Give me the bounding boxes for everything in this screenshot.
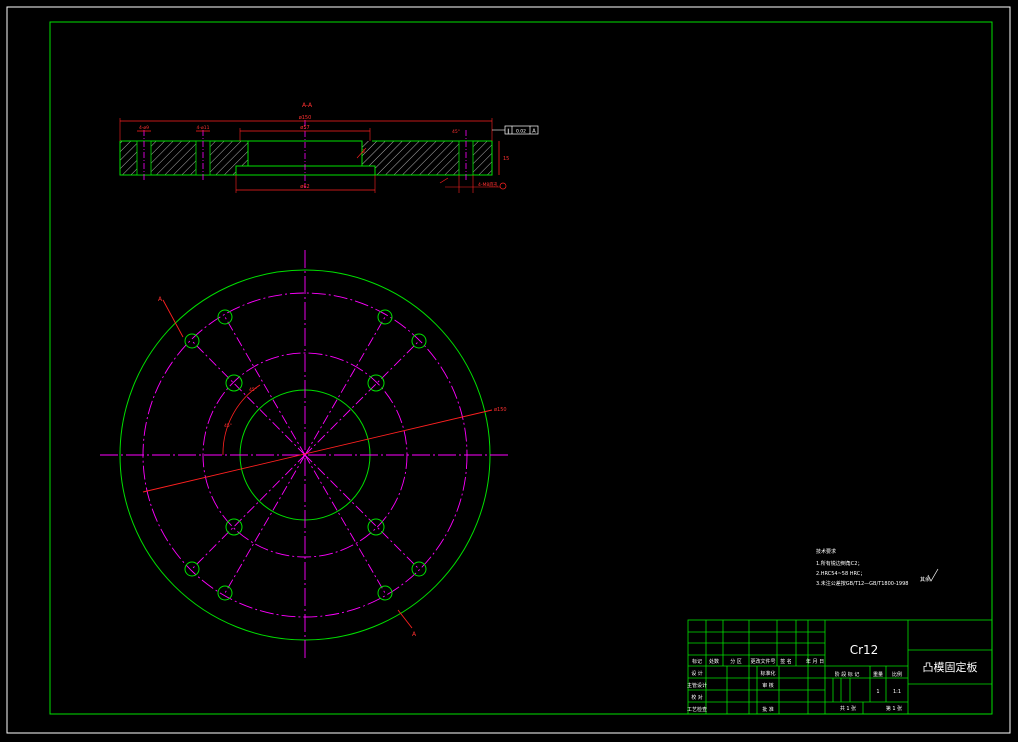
dim-bottom-right-label: 4-M8底孔 xyxy=(478,181,499,188)
centerline-diagonal xyxy=(304,454,386,594)
section-cut-line xyxy=(142,409,493,493)
centerline-diagonal xyxy=(304,316,386,456)
hole xyxy=(367,374,385,392)
row-chief-design: 主管设计 xyxy=(687,682,707,689)
tolerance-value: 0.02 xyxy=(516,129,526,135)
notes-line-2: 2.HRC54~58 HRC； xyxy=(816,571,865,577)
dim-angle-label: 45° xyxy=(452,129,460,135)
centerline-diagonal xyxy=(304,454,420,570)
stage-label: 阶 段 标 记 xyxy=(835,671,860,678)
row-design: 设 计 xyxy=(691,670,703,677)
tolerance-symbol: ∥ xyxy=(507,129,510,135)
row-standardize: 标准化 xyxy=(760,670,775,677)
sheets-total: 共 1 张 xyxy=(840,705,856,712)
header-sign: 签 名 xyxy=(780,658,792,665)
section-mark-bottom: A xyxy=(412,631,417,638)
notes-line-1: 1.所有锐边倒角C2； xyxy=(816,560,862,567)
angle-label-2: 45° xyxy=(249,387,257,393)
header-mark: 标记 xyxy=(692,658,702,665)
tolerance-frame: ∥ 0.02 A xyxy=(492,125,539,135)
dim-bore-top-label: ø57 xyxy=(300,125,309,131)
dim-left-b-label: 4-ø11 xyxy=(197,125,210,131)
plan-leader-label: ø150 xyxy=(494,407,507,413)
angle-label-1: 45° xyxy=(224,423,232,429)
sheet-number: 第 1 张 xyxy=(886,705,902,712)
angle-arc xyxy=(222,384,261,456)
hole xyxy=(367,518,385,536)
dim-thickness-label: 15 xyxy=(503,156,509,162)
material-label: Cr12 xyxy=(850,643,879,657)
dim-overall-label: ø150 xyxy=(299,115,312,121)
row-approve: 批 准 xyxy=(762,706,774,713)
header-date: 年 月 日 xyxy=(806,658,824,665)
hole xyxy=(225,374,243,392)
outer-frame xyxy=(6,6,1011,734)
roughness-label: 其余 xyxy=(920,576,930,583)
tolerance-datum: A xyxy=(532,129,536,135)
part-name: 凸模固定板 xyxy=(923,660,978,674)
notes-line-3: 3.未注公差按GB/T12—GB/T1800-1998 xyxy=(816,580,908,587)
hole xyxy=(225,518,243,536)
section-title: A-A xyxy=(302,102,313,109)
header-count: 处数 xyxy=(709,658,719,665)
dim-bore-bottom-label: ø62 xyxy=(300,184,309,190)
weight-label: 重量 xyxy=(873,671,883,678)
header-change-doc: 更改文件号 xyxy=(750,658,775,665)
row-process-check: 工艺检查 xyxy=(687,706,707,713)
technical-notes: 技术要求 1.所有锐边倒角C2； 2.HRC54~58 HRC； 3.未注公差按… xyxy=(816,548,939,587)
row-proofread: 校 对 xyxy=(691,694,703,701)
section-cut-leader xyxy=(397,609,413,629)
scale-value: 1:1 xyxy=(893,689,901,695)
quantity-value: 1 xyxy=(876,689,879,695)
datum-symbol xyxy=(499,182,507,190)
row-review: 审 核 xyxy=(762,682,774,689)
centerline-diagonal xyxy=(304,340,420,456)
dim-left-a-label: 4-ø9 xyxy=(139,125,149,131)
cad-drawing-canvas[interactable]: A-A ø150 ø57 4-ø9 4-ø11 ø62 15 4-M8底孔 45… xyxy=(0,0,1018,742)
roughness-leader xyxy=(439,177,449,184)
section-view[interactable]: A-A ø150 ø57 4-ø9 4-ø11 ø62 15 4-M8底孔 45… xyxy=(119,102,539,193)
plan-view[interactable]: A A ø150 45° 45° xyxy=(100,250,510,660)
notes-heading: 技术要求 xyxy=(816,548,836,555)
header-zone: 分 区 xyxy=(730,658,742,665)
scale-label: 比例 xyxy=(892,671,902,678)
bore-step xyxy=(235,165,376,176)
section-mark-top: A xyxy=(158,296,163,303)
